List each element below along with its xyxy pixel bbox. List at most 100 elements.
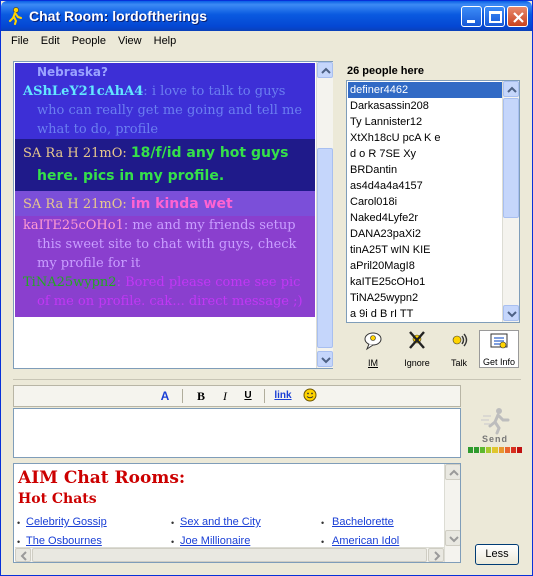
menu-bar: File Edit People View Help (5, 33, 182, 51)
im-label: IM (368, 358, 378, 368)
person-item[interactable]: a 9i d B rI TT (348, 306, 503, 322)
ignore-button[interactable]: Ignore (399, 330, 435, 368)
chat-scrollbar[interactable] (316, 62, 333, 368)
scroll-right-button[interactable] (428, 548, 444, 562)
scroll-thumb[interactable] (32, 548, 427, 562)
smiley-icon (303, 388, 317, 402)
screen-name[interactable]: TiNA25wypn2 (23, 275, 117, 290)
person-item[interactable]: Carol018i (348, 194, 503, 210)
insert-link-button[interactable]: link (272, 388, 294, 404)
link-the-osbournes[interactable]: The Osbournes (26, 535, 102, 547)
toolbar-divider (264, 389, 265, 403)
screen-name[interactable]: kaITE25cOHo1 (23, 218, 124, 233)
menu-help[interactable]: Help (148, 33, 183, 51)
aim-running-man-icon (7, 7, 24, 25)
chevron-right-icon (434, 551, 441, 561)
scroll-up-button[interactable] (503, 81, 519, 97)
bold-button[interactable]: B (194, 388, 208, 404)
chat-room-window: Chat Room: lordoftherings File Edit Peop… (0, 0, 533, 576)
talk-button[interactable]: Talk (441, 330, 477, 368)
chat-band: SA Ra H 21mO: 18/f/id any hot guys here.… (15, 139, 315, 191)
bullet-icon: • (321, 518, 325, 528)
link-american-idol[interactable]: American Idol (332, 535, 399, 547)
link-bachelorette[interactable]: Bachelorette (332, 516, 394, 528)
smiley-button[interactable] (302, 388, 318, 404)
chat-transcript[interactable]: Nebraska? AShLeY21cAhA4: i love to talk … (13, 61, 333, 369)
bullet-icon: • (171, 537, 175, 547)
screen-name[interactable]: SA Ra H 21mO (23, 146, 122, 161)
underline-button[interactable]: U (241, 388, 255, 404)
text-color-button[interactable]: A (158, 388, 172, 404)
menu-edit[interactable]: Edit (35, 33, 66, 51)
scroll-thumb[interactable] (503, 98, 519, 218)
person-item[interactable]: Ty Lannister12 (348, 114, 503, 130)
person-item[interactable]: DANA23paXi2 (348, 226, 503, 242)
message-input[interactable] (13, 408, 461, 458)
send-running-man-icon (481, 408, 510, 435)
im-icon (364, 332, 382, 351)
person-item[interactable]: Naked4Lyfe2r (348, 210, 503, 226)
person-item[interactable]: tinA25T wIN KIE (348, 242, 503, 258)
ignore-label: Ignore (404, 358, 430, 368)
scroll-up-button[interactable] (317, 62, 333, 78)
person-item[interactable]: definer4462 (348, 82, 503, 98)
scroll-up-button[interactable] (445, 464, 460, 480)
title-bar[interactable]: Chat Room: lordoftherings (1, 1, 532, 31)
link-joe-millionaire[interactable]: Joe Millionaire (180, 535, 250, 547)
italic-button[interactable]: I (218, 388, 232, 404)
get-info-icon (490, 333, 508, 349)
chevron-down-icon (321, 357, 331, 364)
bullet-icon: • (321, 537, 325, 547)
chat-message-fragment: Nebraska? (37, 65, 108, 79)
ad-subtitle: Hot Chats (18, 491, 97, 507)
chat-rooms-ad-panel: AIM Chat Rooms: Hot Chats • Celebrity Go… (13, 463, 461, 563)
person-item[interactable]: TiNA25wypn2 (348, 290, 503, 306)
chat-band: Nebraska? AShLeY21cAhA4: i love to talk … (15, 63, 315, 139)
menu-people[interactable]: People (66, 33, 112, 51)
menu-view[interactable]: View (112, 33, 148, 51)
person-item[interactable]: Darkasassin208 (348, 98, 503, 114)
toolbar-divider (182, 389, 183, 403)
scroll-left-button[interactable] (15, 548, 31, 562)
ad-scrollbar[interactable] (444, 464, 460, 562)
link-sex-and-the-city[interactable]: Sex and the City (180, 516, 261, 528)
get-info-button[interactable]: Get Info (479, 330, 519, 368)
maximize-icon (489, 11, 502, 23)
link-celebrity-gossip[interactable]: Celebrity Gossip (26, 516, 107, 528)
person-item[interactable]: d o R 7SE Xy (348, 146, 503, 162)
warning-level-meter (468, 447, 522, 453)
scroll-down-button[interactable] (445, 530, 460, 546)
im-button[interactable]: IM (355, 330, 391, 368)
person-item[interactable]: XtXh18cU pcA K e (348, 130, 503, 146)
ignore-icon (409, 331, 425, 349)
minimize-button[interactable] (461, 6, 482, 27)
pane-splitter[interactable] (13, 379, 521, 383)
people-count: 26 people here (347, 65, 425, 77)
bullet-icon: • (17, 537, 21, 547)
chevron-down-icon (507, 311, 517, 318)
people-scrollbar[interactable] (502, 81, 519, 322)
person-item[interactable]: aPril20MagI8 (348, 258, 503, 274)
chat-message: SA Ra H 21mO: 18/f/id any hot guys here.… (23, 145, 289, 184)
menu-file[interactable]: File (5, 33, 35, 51)
scroll-down-button[interactable] (503, 305, 519, 321)
people-list-box[interactable]: definer4462 Darkasassin208 Ty Lannister1… (346, 80, 520, 323)
less-button[interactable]: Less (475, 544, 519, 565)
person-item[interactable]: BRDantin (348, 162, 503, 178)
scroll-thumb[interactable] (317, 148, 333, 348)
maximize-button[interactable] (484, 6, 505, 27)
talk-label: Talk (450, 358, 467, 368)
person-item[interactable]: kaITE25cOHo1 (348, 274, 503, 290)
scroll-down-button[interactable] (317, 351, 333, 367)
chat-messages: Nebraska? AShLeY21cAhA4: i love to talk … (15, 63, 315, 367)
chevron-up-icon (507, 86, 517, 93)
person-item[interactable]: as4d4a4a4157 (348, 178, 503, 194)
close-button[interactable] (507, 6, 528, 27)
screen-name[interactable]: SA Ra H 21mO (23, 197, 122, 212)
window-title: Chat Room: lordoftherings (29, 8, 208, 24)
ad-horizontal-scrollbar[interactable] (15, 547, 444, 562)
people-list: definer4462 Darkasassin208 Ty Lannister1… (348, 82, 503, 322)
screen-name[interactable]: AShLeY21cAhA4 (23, 84, 143, 99)
bullet-icon: • (171, 518, 175, 528)
chevron-left-icon (20, 551, 27, 561)
